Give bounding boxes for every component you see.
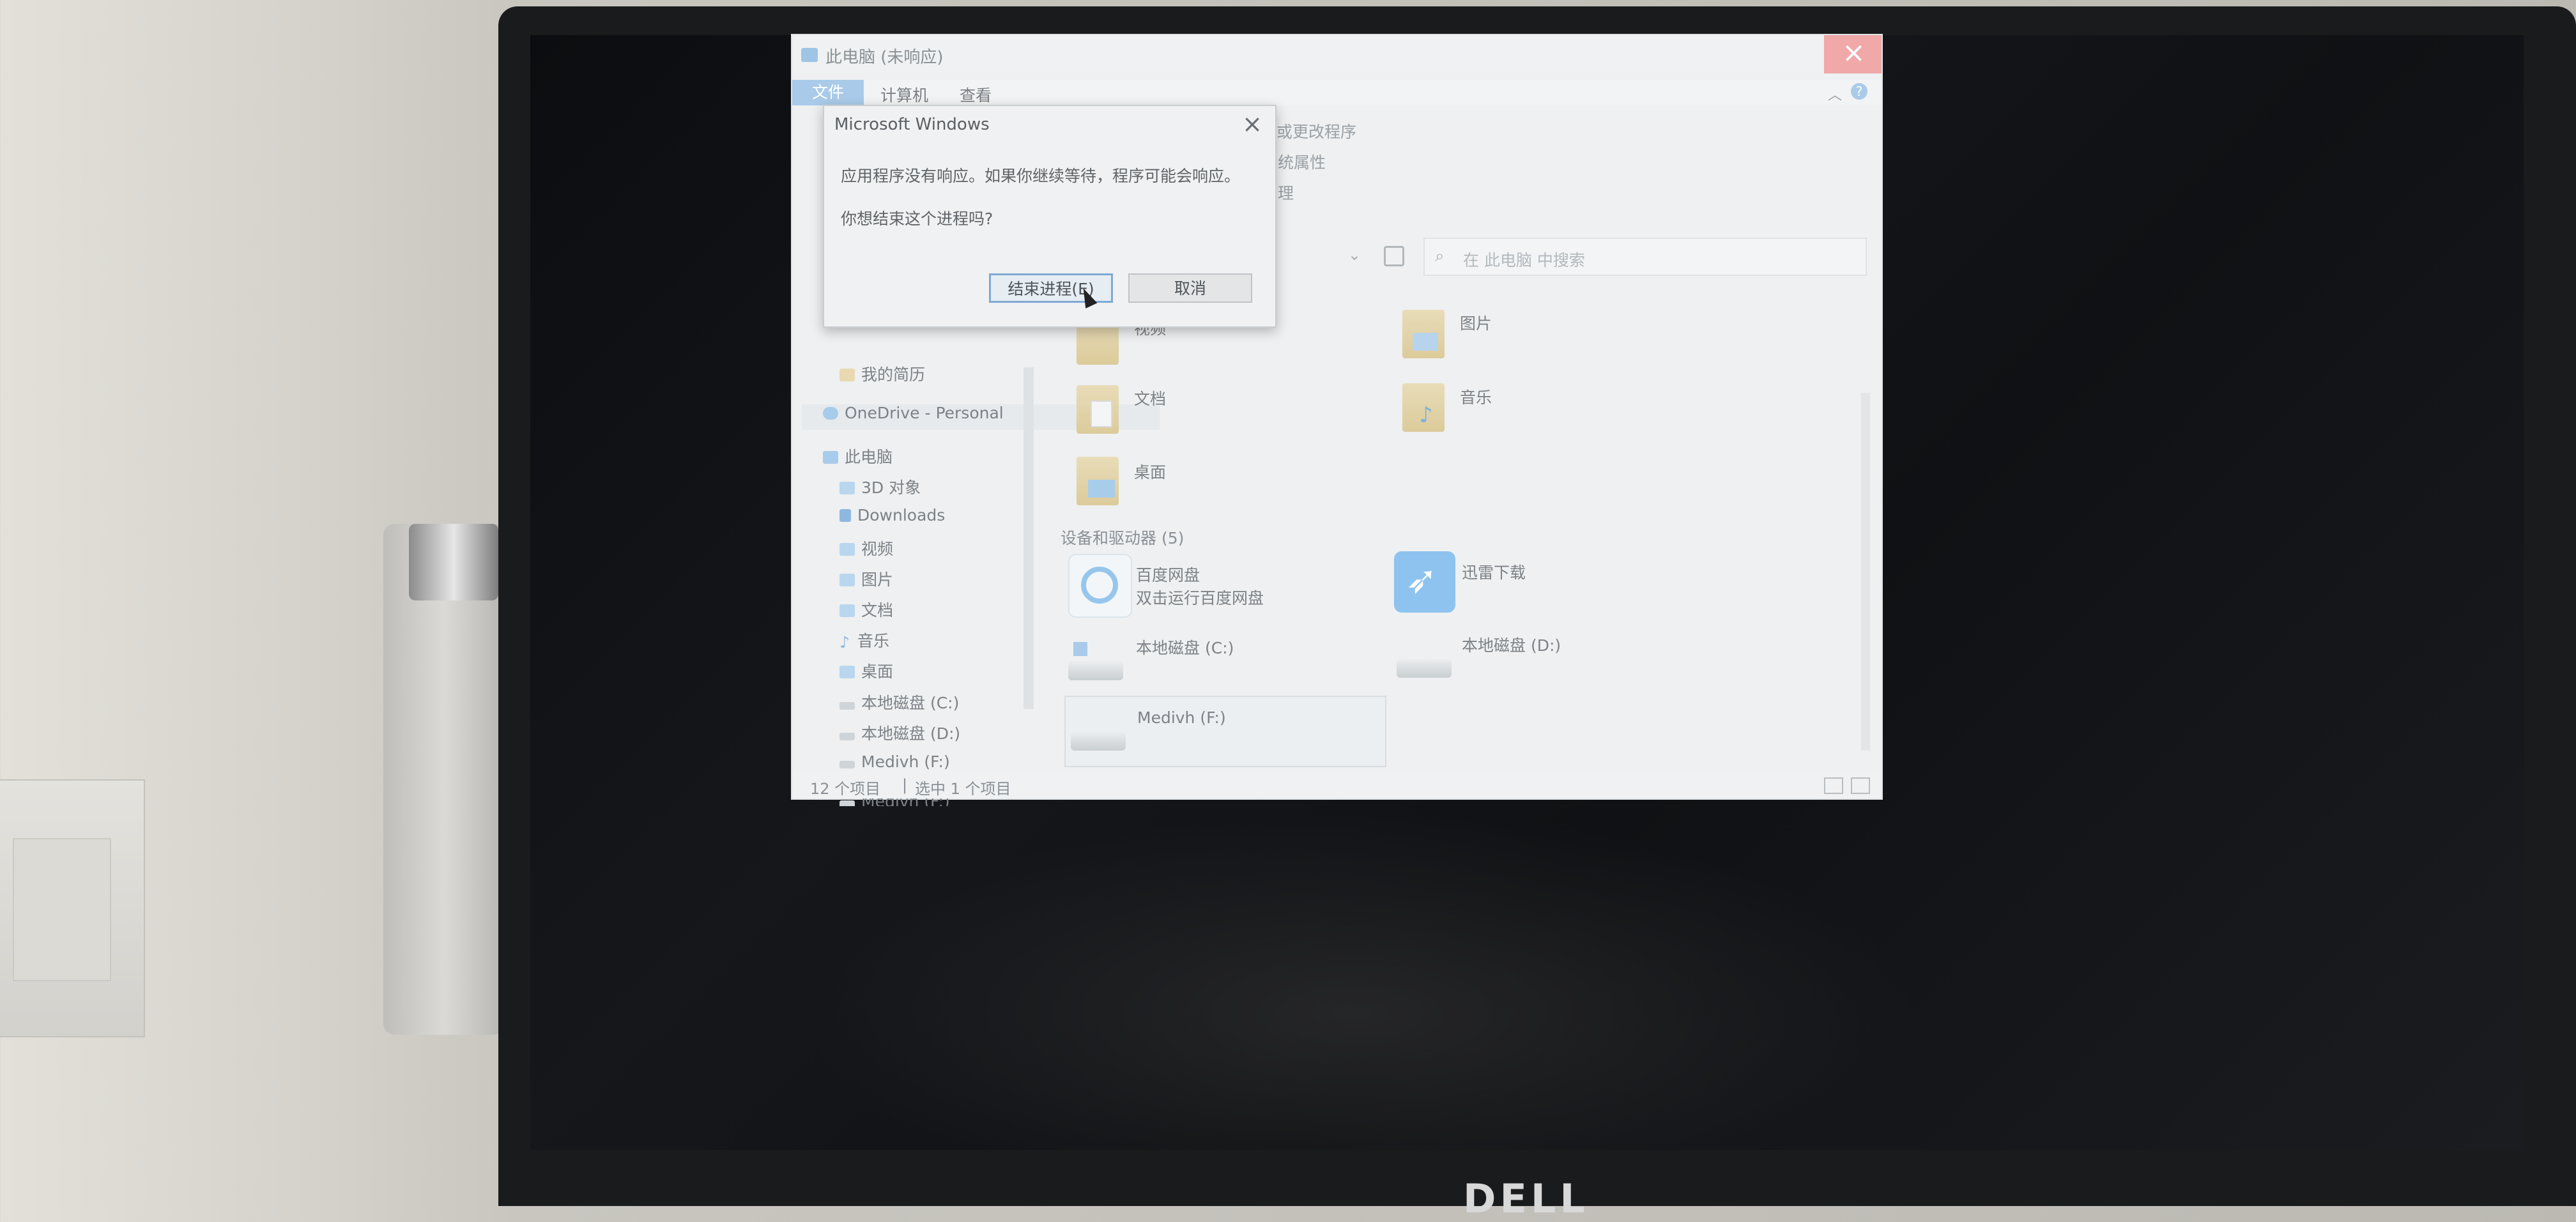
nav-item-documents[interactable]: 文档 bbox=[839, 598, 893, 621]
screen-reflection bbox=[799, 811, 1917, 1150]
nav-item-pictures[interactable]: 图片 bbox=[839, 567, 893, 590]
search-input[interactable]: ⌕ 在 此电脑 中搜索 bbox=[1423, 238, 1867, 276]
drive-icon bbox=[839, 800, 855, 806]
ribbon-collapse-icon[interactable]: ︿ bbox=[1828, 84, 1842, 104]
device-baidu-sub: 双击运行百度网盘 bbox=[1136, 589, 1264, 607]
folder-icon bbox=[839, 369, 855, 381]
nav-item-label: 视频 bbox=[861, 540, 894, 558]
ribbon-uninstall-label[interactable]: 或更改程序 bbox=[1276, 119, 1356, 142]
ribbon-manage-label[interactable]: 理 bbox=[1278, 181, 1294, 204]
video-icon bbox=[839, 543, 855, 556]
nav-item-videos[interactable]: 视频 bbox=[839, 537, 893, 560]
baidu-netdisk-icon[interactable] bbox=[1068, 554, 1132, 618]
help-icon[interactable]: ? bbox=[1851, 83, 1867, 100]
refresh-icon[interactable] bbox=[1384, 246, 1404, 266]
nav-item-label: Downloads bbox=[857, 506, 946, 524]
cancel-button[interactable]: 取消 bbox=[1128, 273, 1252, 303]
document-icon bbox=[839, 604, 855, 617]
nav-item-this-pc[interactable]: 此电脑 bbox=[823, 445, 893, 468]
download-icon bbox=[839, 509, 851, 522]
nav-item-label: 此电脑 bbox=[845, 448, 893, 466]
picture-icon bbox=[839, 574, 855, 586]
ribbon-system-properties-label[interactable]: 统属性 bbox=[1278, 150, 1326, 173]
nav-item-music[interactable]: ♪ 音乐 bbox=[839, 629, 889, 652]
nav-item-label: OneDrive - Personal bbox=[845, 404, 1004, 422]
device-baidu-label[interactable]: 百度网盘 bbox=[1136, 563, 1200, 586]
documents-folder-icon[interactable] bbox=[1077, 385, 1119, 434]
ribbon-tabs: 文件 计算机 查看 bbox=[792, 80, 1882, 105]
switch-plate-inner bbox=[13, 838, 111, 981]
status-selected-count: 选中 1 个项目 bbox=[915, 780, 1011, 798]
folder-desktop-label[interactable]: 桌面 bbox=[1134, 460, 1166, 483]
large-icons-view-icon[interactable] bbox=[1851, 777, 1870, 794]
device-drive-f-label[interactable]: Medivh (F:) bbox=[1137, 708, 1226, 727]
cube-icon bbox=[839, 482, 855, 494]
wall-switch-plate bbox=[0, 779, 145, 1037]
folder-pictures-label[interactable]: 图片 bbox=[1460, 311, 1492, 334]
drive-f-icon[interactable] bbox=[1071, 731, 1126, 751]
pc-icon bbox=[823, 451, 838, 464]
desktop-folder-icon[interactable] bbox=[1077, 457, 1119, 505]
nav-item-drive-f[interactable]: Medivh (F:) bbox=[839, 752, 950, 771]
nav-item-desktop[interactable]: 桌面 bbox=[839, 659, 893, 682]
desktop-icon bbox=[839, 666, 855, 678]
device-xunlei-label[interactable]: 迅雷下载 bbox=[1462, 560, 1526, 583]
windows-logo-icon bbox=[1073, 642, 1087, 656]
status-item-count: 12 个项目 bbox=[810, 780, 881, 798]
pictures-folder-icon[interactable] bbox=[1402, 310, 1445, 358]
nav-item-resume[interactable]: 我的简历 bbox=[839, 362, 925, 385]
folder-music-label[interactable]: 音乐 bbox=[1460, 385, 1492, 408]
nav-item-label: 桌面 bbox=[861, 662, 894, 681]
content-scrollbar[interactable] bbox=[1861, 393, 1870, 751]
nav-item-3d-objects[interactable]: 3D 对象 bbox=[839, 475, 921, 498]
drive-icon bbox=[839, 702, 855, 710]
dialog-close-icon[interactable]: × bbox=[1242, 110, 1262, 138]
dialog-message: 应用程序没有响应。如果你继续等待，程序可能会响应。 bbox=[841, 167, 1241, 185]
bottle-cap bbox=[409, 524, 498, 600]
nav-item-label: 本地磁盘 (D:) bbox=[861, 724, 961, 743]
nav-item-label: 3D 对象 bbox=[861, 478, 921, 497]
nav-scrollbar[interactable] bbox=[1023, 367, 1034, 709]
tab-computer[interactable]: 计算机 bbox=[880, 83, 928, 106]
drive-d-icon[interactable] bbox=[1397, 659, 1452, 678]
dialog-question: 你想结束这个进程吗? bbox=[841, 210, 993, 228]
tab-view[interactable]: 查看 bbox=[960, 83, 992, 106]
nav-item-drive-d[interactable]: 本地磁盘 (D:) bbox=[839, 721, 960, 744]
search-placeholder: 在 此电脑 中搜索 bbox=[1463, 251, 1585, 270]
nav-item-label: Medivh (F:) bbox=[861, 752, 950, 771]
tab-file[interactable]: 文件 bbox=[792, 80, 864, 105]
xunlei-icon[interactable] bbox=[1394, 551, 1455, 613]
glass-bottle bbox=[383, 524, 505, 1035]
nav-item-label: 文档 bbox=[861, 601, 894, 620]
drive-icon bbox=[839, 733, 855, 740]
device-drive-c-label[interactable]: 本地磁盘 (C:) bbox=[1136, 636, 1234, 659]
search-icon: ⌕ bbox=[1435, 247, 1445, 266]
dialog-title: Microsoft Windows bbox=[834, 115, 990, 134]
status-divider: | bbox=[902, 776, 908, 794]
brand-logo: DELL bbox=[1463, 1175, 1589, 1222]
not-responding-dialog: Microsoft Windows × 应用程序没有响应。如果你继续等待，程序可… bbox=[823, 105, 1276, 328]
nav-item-onedrive[interactable]: OneDrive - Personal bbox=[823, 404, 1004, 422]
title-bar[interactable]: 此电脑 (未响应) bbox=[792, 35, 1882, 73]
drive-c-icon[interactable] bbox=[1068, 661, 1123, 680]
music-folder-icon[interactable] bbox=[1402, 383, 1445, 432]
device-drive-d-label[interactable]: 本地磁盘 (D:) bbox=[1462, 633, 1561, 656]
music-icon: ♪ bbox=[839, 633, 850, 652]
devices-section-header[interactable]: 设备和驱动器 (5) bbox=[1061, 526, 1184, 549]
drive-icon bbox=[839, 761, 855, 768]
address-dropdown-icon[interactable]: ⌄ bbox=[1348, 246, 1361, 264]
folder-documents-label[interactable]: 文档 bbox=[1134, 386, 1166, 409]
nav-item-label: 我的简历 bbox=[861, 365, 926, 384]
nav-item-label: 图片 bbox=[861, 570, 894, 589]
window-title: 此电脑 (未响应) bbox=[825, 48, 944, 67]
status-bar: 12 个项目 | 选中 1 个项目 bbox=[792, 770, 1882, 798]
window-close-button[interactable] bbox=[1824, 35, 1882, 73]
nav-item-label: 本地磁盘 (C:) bbox=[861, 694, 960, 712]
nav-item-drive-c[interactable]: 本地磁盘 (C:) bbox=[839, 691, 959, 714]
nav-item-downloads[interactable]: Downloads bbox=[839, 506, 945, 524]
nav-item-label: 音乐 bbox=[857, 632, 890, 650]
details-view-icon[interactable] bbox=[1824, 777, 1843, 794]
cloud-icon bbox=[823, 407, 838, 420]
computer-icon bbox=[801, 48, 818, 62]
